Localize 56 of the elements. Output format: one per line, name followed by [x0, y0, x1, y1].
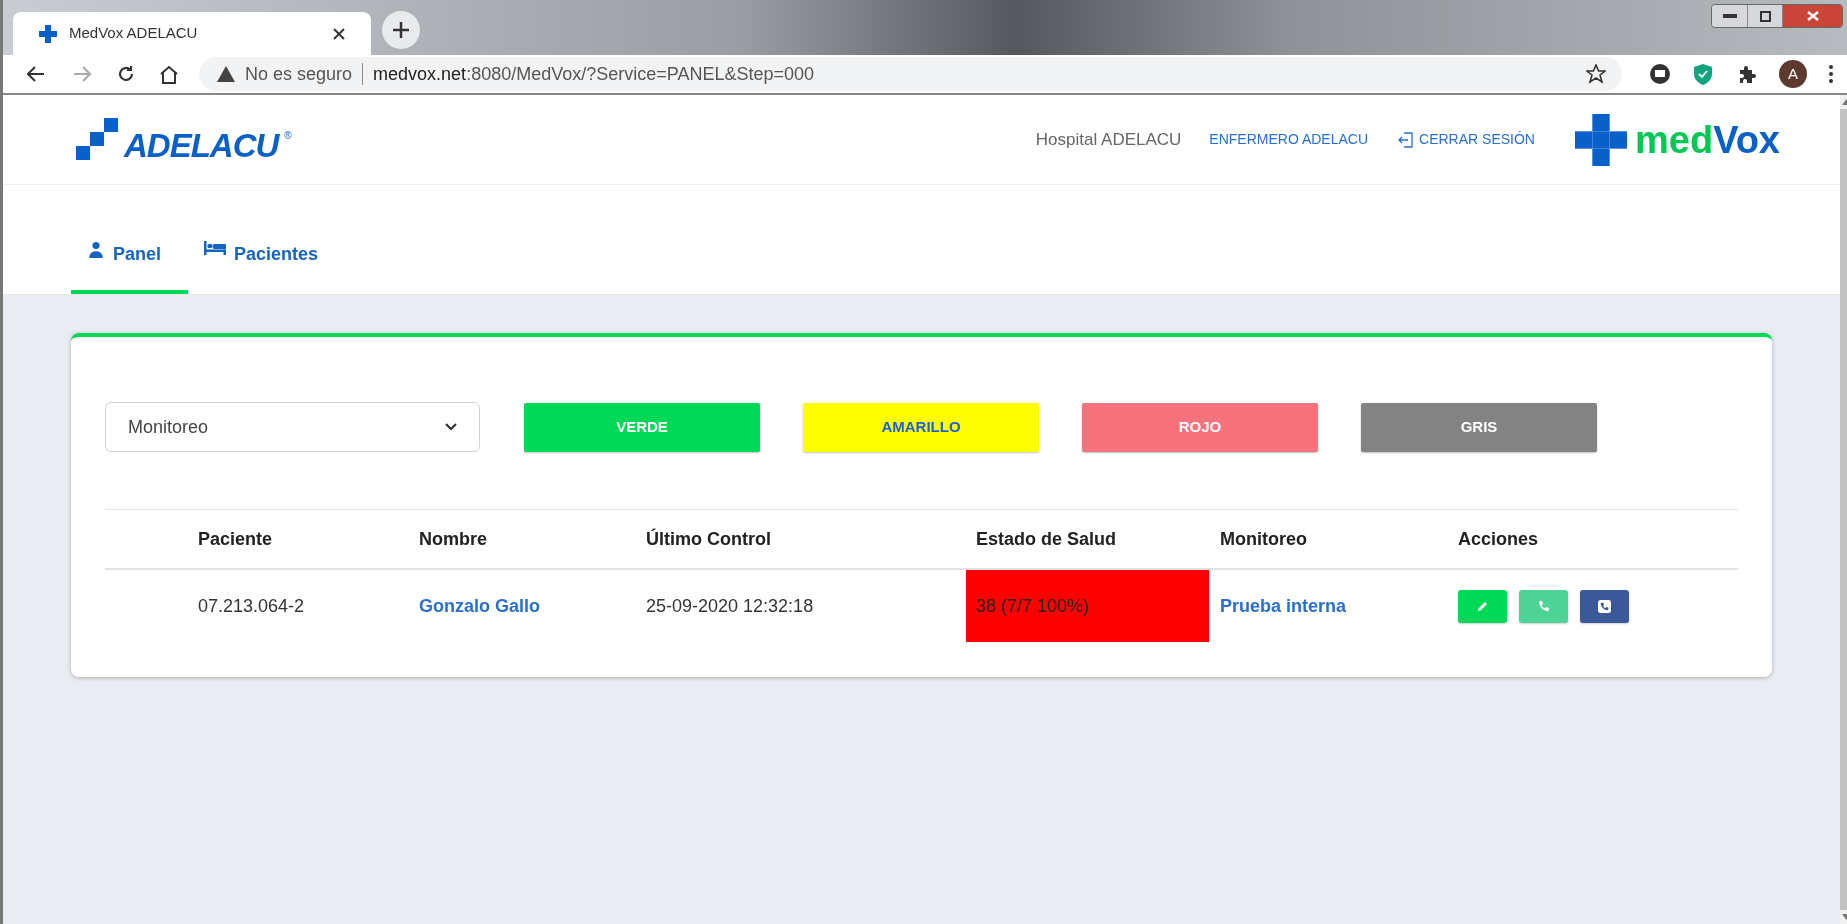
nav-tab[interactable]: Pacientes [188, 235, 335, 294]
monitoring-link[interactable]: Prueba interna [1220, 595, 1347, 616]
close-icon[interactable] [333, 27, 345, 40]
tab-favicon-icon [39, 24, 57, 43]
adelacu-logo: ADELACU ® [76, 117, 292, 162]
logout-link[interactable]: CERRAR SESIÓN [1398, 129, 1535, 150]
chevron-down-icon [445, 423, 457, 431]
minimize-icon [1722, 14, 1737, 18]
address-bar[interactable]: No es seguro medvox.net:8080/MedVox/?Service=PANEL&Step=000 [199, 57, 1622, 91]
column-header: Estado de Salud [976, 528, 1117, 549]
bed-icon [204, 241, 226, 255]
action-button[interactable] [1580, 589, 1629, 623]
column-header: Nombre [419, 528, 487, 549]
security-label: No es seguro [245, 62, 353, 86]
user-link[interactable]: ENFERMERO ADELACU [1209, 129, 1369, 150]
close-icon [1806, 11, 1819, 21]
puzzle-icon[interactable] [1738, 64, 1757, 84]
health-status-cell: 38 (7/7 100%) [966, 570, 1209, 642]
nav-tab[interactable]: Panel [71, 235, 188, 294]
warning-icon [217, 66, 235, 82]
home-icon[interactable] [159, 64, 179, 84]
menu-icon[interactable] [1829, 65, 1833, 83]
status-filter-button[interactable]: ROJO [1082, 402, 1318, 452]
restore-button[interactable] [1747, 5, 1782, 27]
browser-tab[interactable]: MedVox ADELACU [13, 12, 371, 55]
profile-avatar[interactable]: A [1779, 60, 1807, 88]
phone-icon [1537, 600, 1550, 612]
patient-name-link[interactable]: Gonzalo Gallo [419, 595, 540, 616]
logout-icon [1398, 131, 1415, 148]
minimize-button[interactable] [1712, 5, 1747, 27]
reload-icon[interactable] [117, 65, 135, 83]
logo-squares-icon [76, 117, 118, 162]
monitoring-select[interactable]: Monitoreo [105, 402, 480, 452]
new-tab-button[interactable] [382, 11, 420, 49]
cast-icon[interactable] [1650, 64, 1670, 84]
back-icon[interactable] [27, 66, 45, 82]
table-cell: 25-09-2020 12:32:18 [646, 595, 814, 616]
column-header: Paciente [198, 528, 273, 549]
url-text: medvox.net:8080/MedVox/?Service=PANEL&Step=000 [373, 62, 815, 86]
medvox-logo: medVox [1575, 113, 1780, 166]
status-filter-button[interactable]: GRIS [1361, 402, 1597, 452]
shield-icon[interactable] [1694, 63, 1712, 85]
close-window-button[interactable] [1782, 5, 1842, 27]
phone-square-icon [1598, 599, 1611, 613]
hospital-name: Hospital ADELACU [1035, 128, 1182, 151]
column-header: Último Control [646, 528, 771, 549]
table-cell: 07.213.064-2 [198, 595, 305, 616]
restore-icon [1759, 10, 1771, 22]
star-icon[interactable] [1586, 64, 1606, 84]
pencil-icon [1476, 600, 1489, 612]
doctor-icon [87, 241, 105, 259]
plus-icon [392, 21, 410, 39]
column-header: Monitoreo [1220, 528, 1307, 549]
status-filter-button[interactable]: AMARILLO [803, 402, 1039, 452]
medvox-cross-icon [1575, 113, 1627, 166]
column-header: Acciones [1458, 528, 1539, 549]
